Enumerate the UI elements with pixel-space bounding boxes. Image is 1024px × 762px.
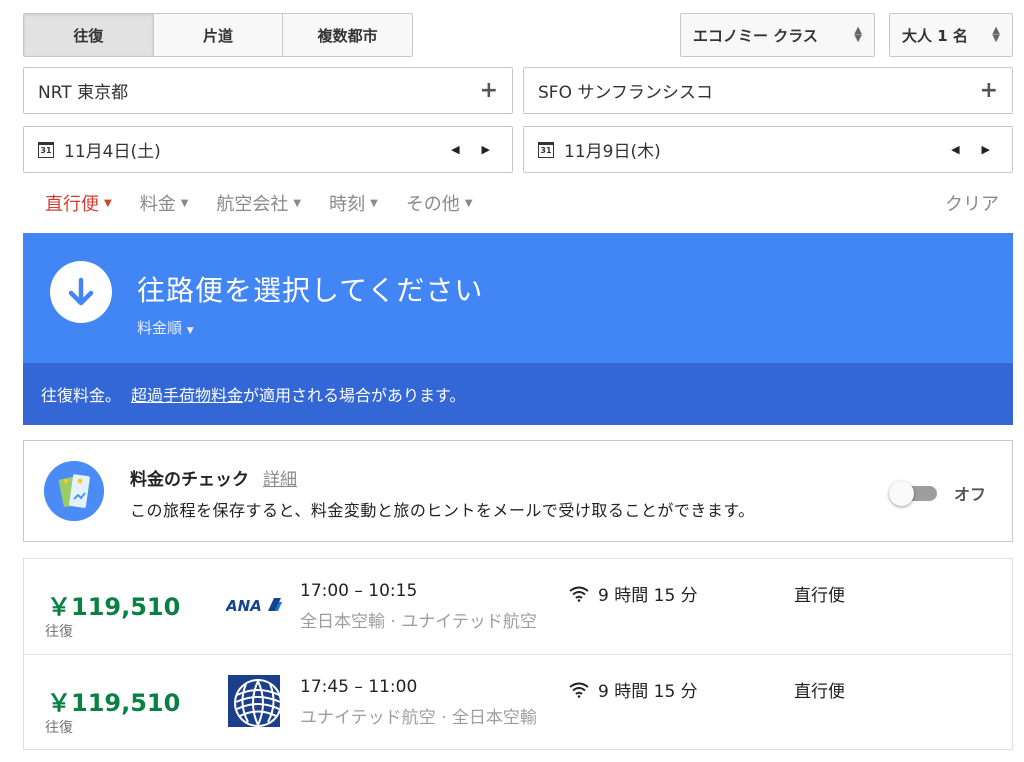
trip-type-multi-city[interactable]: 複数都市: [283, 14, 412, 56]
destination-value: SFO サンフランシスコ: [538, 83, 713, 103]
trip-type-one-way[interactable]: 片道: [154, 14, 284, 56]
caret-down-icon: ▼: [104, 197, 112, 209]
flight-result-row[interactable]: ￥119,510 往復 17:45 – 11:00 ユナイテッド航空 · 全日本…: [24, 655, 1012, 749]
caret-down-icon: ▼: [464, 197, 473, 209]
flight-stops: 直行便: [794, 682, 845, 702]
flight-duration: 9 時間 15 分: [569, 677, 698, 702]
calendar-icon: 31: [38, 141, 54, 158]
flight-airlines: ユナイテッド航空 · 全日本空輸: [300, 708, 537, 728]
destination-field[interactable]: SFO サンフランシスコ +: [523, 67, 1013, 114]
filter-more[interactable]: その他 ▼: [406, 190, 473, 216]
caret-down-icon: ▼: [186, 326, 194, 336]
price-tracking-toggle[interactable]: [889, 481, 943, 507]
flight-price-type: 往復: [45, 624, 73, 640]
flight-stops: 直行便: [794, 586, 845, 606]
trip-type-round-trip[interactable]: 往復: [24, 14, 154, 56]
wifi-icon: [569, 586, 589, 602]
updown-arrows-icon: ▲ ▼: [854, 25, 862, 44]
trip-type-selector: 往復 片道 複数都市: [23, 13, 413, 57]
passengers-select[interactable]: 大人 1 名 ▲ ▼: [889, 13, 1013, 57]
flight-airlines: 全日本空輸 · ユナイテッド航空: [300, 612, 537, 632]
departure-date-field[interactable]: 31 11月4日(土) ◀ ▶: [23, 126, 513, 173]
price-tracking-title: 料金のチェック 詳細: [130, 465, 297, 490]
sort-label: 料金順: [137, 319, 183, 337]
filter-label: その他: [405, 194, 460, 215]
caret-down-icon: ▼: [293, 197, 302, 209]
departure-date-value: 11月4日(土): [64, 142, 161, 162]
select-outbound-banner: 往路便を選択してください 料金順 ▼: [23, 233, 1013, 363]
price-tracking-detail-link[interactable]: 詳細: [263, 470, 297, 490]
flight-result-row[interactable]: ￥119,510 往復 ANA 17:00 – 10:15 全日本空輸 · ユナ…: [24, 559, 1012, 655]
banner-title: 往路便を選択してください: [137, 274, 484, 307]
cabin-class-value: エコノミー クラス: [693, 26, 818, 45]
flight-duration: 9 時間 15 分: [569, 581, 698, 606]
filter-bar: 直行便 ▼ 料金 ▼ 航空会社 ▼ 時刻 ▼ その他 ▼: [45, 190, 501, 216]
fare-note: 往復料金。 超過手荷物料金 が適用される場合があります。: [23, 363, 1013, 425]
filter-label: 航空会社: [216, 194, 289, 215]
ana-logo-text: ANA: [226, 597, 262, 615]
wifi-icon: [569, 682, 589, 698]
flight-price: ￥119,510: [47, 689, 181, 717]
flight-price-type: 往復: [45, 720, 73, 736]
next-date-icon[interactable]: ▶: [482, 143, 490, 156]
caret-down-icon: ▼: [180, 197, 189, 209]
price-tracking-card: 料金のチェック 詳細 この旅程を保存すると、料金変動と旅のヒントをメールで受け取る…: [23, 440, 1013, 542]
arrow-down-icon: [50, 261, 112, 323]
filter-label: 直行便: [45, 194, 99, 215]
previous-date-icon[interactable]: ◀: [951, 143, 959, 156]
clear-filters-button[interactable]: クリア: [945, 190, 999, 216]
passengers-value: 大人 1 名: [902, 26, 968, 45]
previous-date-icon[interactable]: ◀: [451, 143, 459, 156]
flight-duration-text: 9 時間 15 分: [598, 682, 698, 702]
toggle-knob: [889, 481, 914, 506]
next-date-icon[interactable]: ▶: [982, 143, 990, 156]
filter-label: 料金: [139, 194, 176, 215]
flight-price: ￥119,510: [47, 593, 181, 621]
add-destination-icon[interactable]: +: [980, 78, 998, 103]
filter-label: 時刻: [329, 194, 366, 215]
return-date-value: 11月9日(木): [564, 142, 661, 162]
united-logo-icon: [226, 675, 282, 727]
ana-logo-icon: ANA: [226, 581, 282, 629]
filter-airlines[interactable]: 航空会社 ▼: [216, 190, 301, 216]
fare-note-suffix: が適用される場合があります。: [243, 386, 466, 405]
flight-times: 17:45 – 11:00: [300, 677, 418, 697]
price-tracking-title-text: 料金のチェック: [130, 470, 249, 490]
filter-times[interactable]: 時刻 ▼: [329, 190, 378, 216]
caret-down-icon: ▼: [370, 197, 378, 209]
return-date-field[interactable]: 31 11月9日(木) ◀ ▶: [523, 126, 1013, 173]
filter-nonstop[interactable]: 直行便 ▼: [45, 190, 112, 216]
updown-arrows-icon: ▲ ▼: [992, 25, 1000, 44]
origin-field[interactable]: NRT 東京都 +: [23, 67, 513, 114]
price-tag-icon: [44, 461, 104, 521]
baggage-fees-link[interactable]: 超過手荷物料金: [131, 382, 243, 406]
cabin-class-select[interactable]: エコノミー クラス ▲ ▼: [680, 13, 875, 57]
flight-results-list: ￥119,510 往復 ANA 17:00 – 10:15 全日本空輸 · ユナ…: [23, 558, 1013, 750]
origin-value: NRT 東京都: [38, 83, 129, 103]
price-tracking-description: この旅程を保存すると、料金変動と旅のヒントをメールで受け取ることができます。: [130, 501, 755, 520]
sort-by-price-dropdown[interactable]: 料金順 ▼: [137, 317, 194, 338]
flight-times: 17:00 – 10:15: [300, 581, 418, 601]
toggle-state-label: オフ: [954, 485, 987, 504]
add-origin-icon[interactable]: +: [480, 78, 498, 103]
filter-price[interactable]: 料金 ▼: [140, 190, 189, 216]
calendar-icon: 31: [538, 141, 554, 158]
flight-duration-text: 9 時間 15 分: [598, 586, 698, 606]
fare-note-prefix: 往復料金。: [41, 386, 122, 405]
